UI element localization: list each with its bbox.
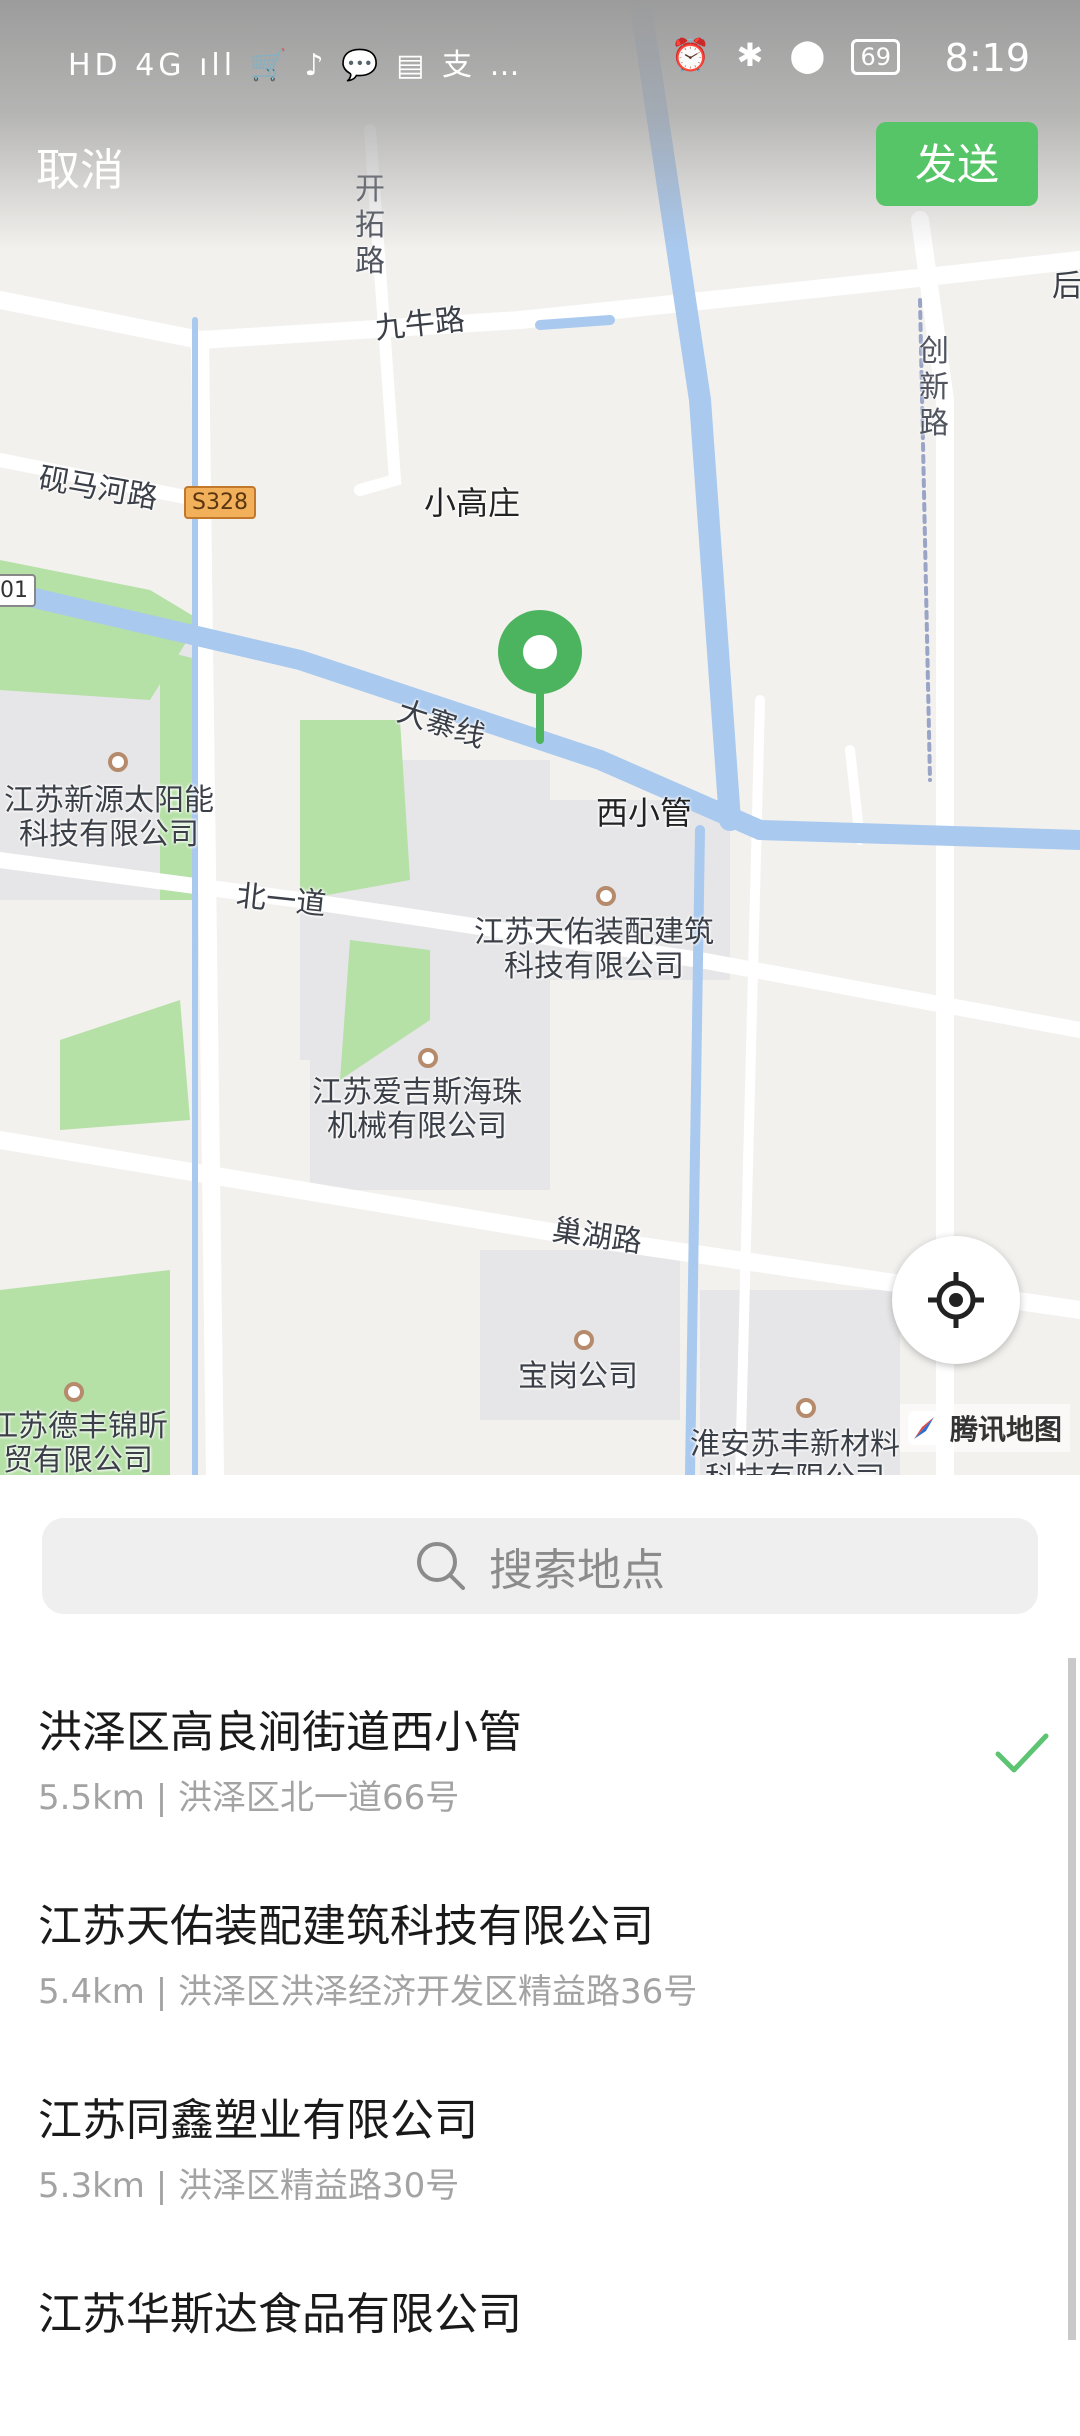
tencent-map-brand: 腾讯地图 [899,1404,1070,1452]
results-list: 洪泽区高良涧街道西小管 5.5km | 洪泽区北一道66号 江苏天佑装配建筑科技… [0,1660,1080,2436]
map-label-xixiaoguan: 西小管 [596,794,693,832]
map-label-defeng: 江苏德丰锦昕 贸有限公司 [0,1409,168,1476]
battery-icon: 69 [851,39,900,75]
scrollbar[interactable] [1068,1658,1076,2340]
poi-dot [796,1398,816,1418]
map-view[interactable]: 开拓路 九牛路 创新路 后 砚马河路 S328 01 小高庄 大寨线 西小管 江… [0,0,1080,1475]
list-item-title: 江苏天佑装配建筑科技有限公司 [38,1901,654,1952]
search-placeholder: 搜索地点 [489,1545,665,1596]
list-item-title: 江苏华斯达食品有限公司 [38,2289,522,2340]
search-input[interactable]: 搜索地点 [42,1518,1038,1614]
list-item[interactable]: 江苏华斯达食品有限公司 [0,2242,1080,2436]
tencent-map-logo-icon [907,1411,942,1445]
tencent-map-label: 腾讯地图 [949,1413,1062,1446]
map-label-jiangsu-tianyou: 江苏天佑装配建筑 科技有限公司 [474,915,714,984]
my-location-button[interactable] [892,1236,1020,1364]
list-item[interactable]: 洪泽区高良涧街道西小管 5.5km | 洪泽区北一道66号 [0,1660,1080,1854]
checkmark-icon [995,1733,1049,1773]
list-item-subtitle: 5.4km | 洪泽区洪泽经济开发区精益路36号 [38,1972,698,2012]
poi-dot [108,752,128,772]
search-icon [417,1542,465,1590]
status-time: 8:19 [944,36,1030,80]
location-pin-icon[interactable] [496,608,584,748]
map-label-chuangxin-road: 创新路 [919,334,949,441]
map-label-baogang: 宝岗公司 [518,1359,638,1394]
list-item-title: 江苏同鑫塑业有限公司 [38,2095,478,2146]
poi-dot [596,886,616,906]
status-left-icons: HD 4G ıll 🛒 ♪ 💬 ▤ 支 … [68,48,524,83]
crosshair-icon [928,1272,984,1328]
poi-dot [64,1382,84,1402]
map-label-route-shield: 01 [0,574,36,607]
map-label-xiaogaozhuang: 小高庄 [424,484,521,522]
cancel-button[interactable]: 取消 [36,134,124,198]
list-item-subtitle: 5.3km | 洪泽区精益路30号 [38,2166,460,2206]
status-right-icons: ⏰ ✱ ⬤ 69 [670,36,900,75]
map-label-s328-shield: S328 [184,486,256,519]
map-label-jiangsu-xinyuan: 江苏新源太阳能 科技有限公司 [4,783,214,852]
status-icons: ⏰ ✱ ⬤ [670,36,834,74]
status-bar: HD 4G ıll 🛒 ♪ 💬 ▤ 支 … ⏰ ✱ ⬤ 69 8:19 [0,0,1080,120]
map-label-huaian-sufeng: 淮安苏丰新材料 科技有限公司 [690,1427,900,1476]
poi-dot [418,1048,438,1068]
list-item[interactable]: 江苏同鑫塑业有限公司 5.3km | 洪泽区精益路30号 [0,2048,1080,2242]
list-item-title: 洪泽区高良涧街道西小管 [38,1707,522,1758]
map-label-hou: 后 [1052,269,1080,304]
send-button[interactable]: 发送 [876,122,1038,206]
list-item[interactable]: 江苏天佑装配建筑科技有限公司 5.4km | 洪泽区洪泽经济开发区精益路36号 [0,1854,1080,2048]
map-label-jiangsu-aijisi: 江苏爱吉斯海珠 机械有限公司 [312,1075,522,1144]
poi-dot [574,1330,594,1350]
list-item-subtitle: 5.5km | 洪泽区北一道66号 [38,1778,460,1818]
